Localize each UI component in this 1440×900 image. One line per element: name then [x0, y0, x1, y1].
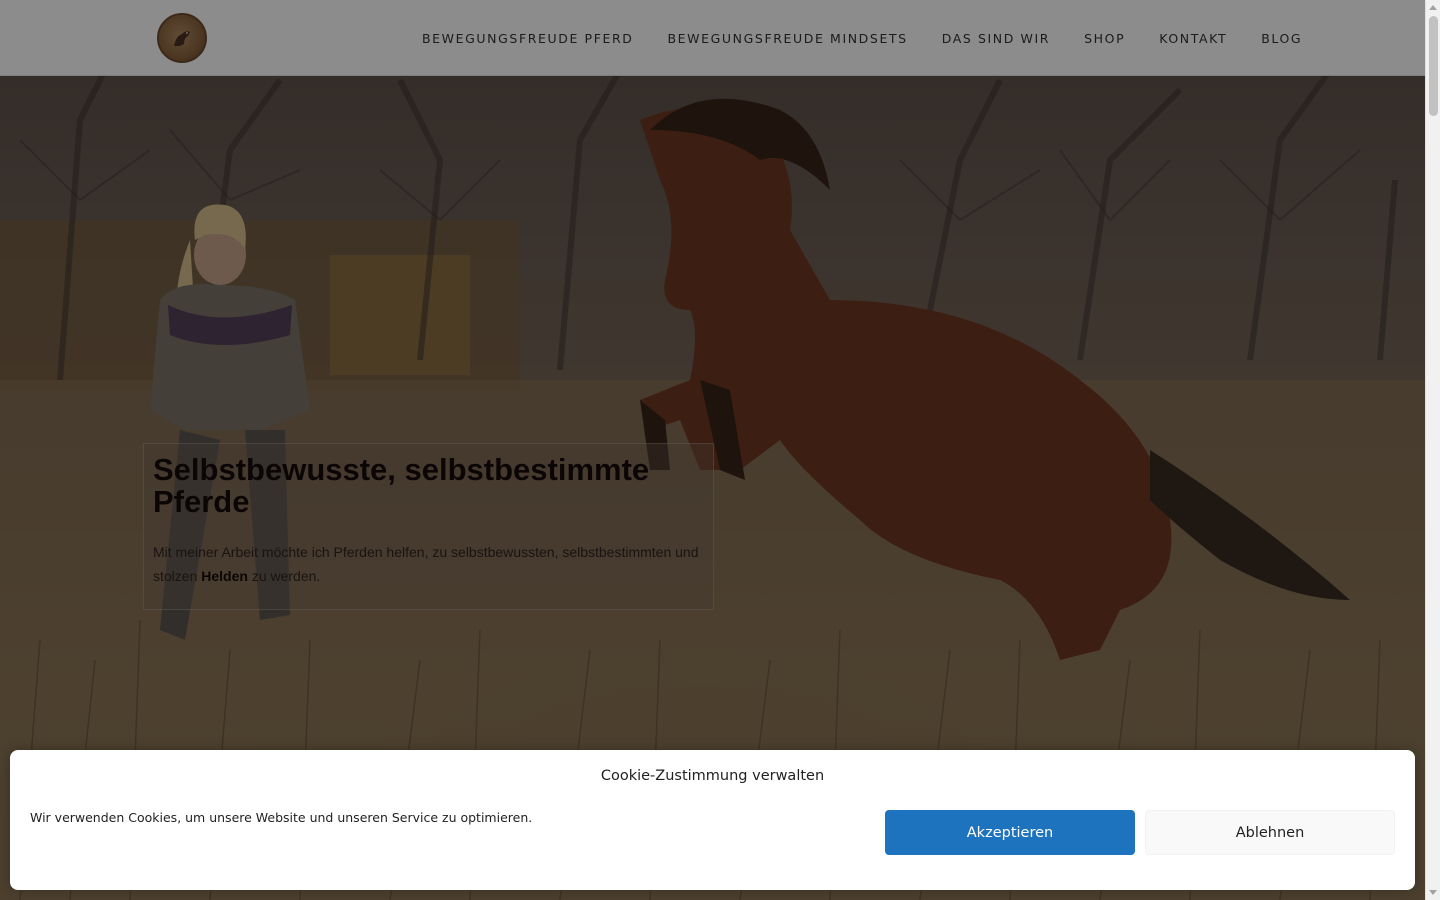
accept-cookies-button[interactable]: Akzeptieren — [885, 810, 1135, 855]
deny-cookies-button[interactable]: Ablehnen — [1145, 810, 1395, 855]
page-scrollbar[interactable] — [1425, 0, 1440, 900]
cookie-title: Cookie-Zustimmung verwalten — [600, 768, 825, 784]
scrollbar-thumb[interactable] — [1429, 16, 1438, 116]
cookie-message: Wir verwenden Cookies, um unsere Website… — [30, 810, 533, 825]
scroll-up-arrow-icon[interactable] — [1429, 5, 1437, 10]
cookie-consent-banner: Cookie-Zustimmung verwalten Wir verwende… — [10, 750, 1415, 890]
scroll-down-arrow-icon[interactable] — [1429, 890, 1437, 895]
